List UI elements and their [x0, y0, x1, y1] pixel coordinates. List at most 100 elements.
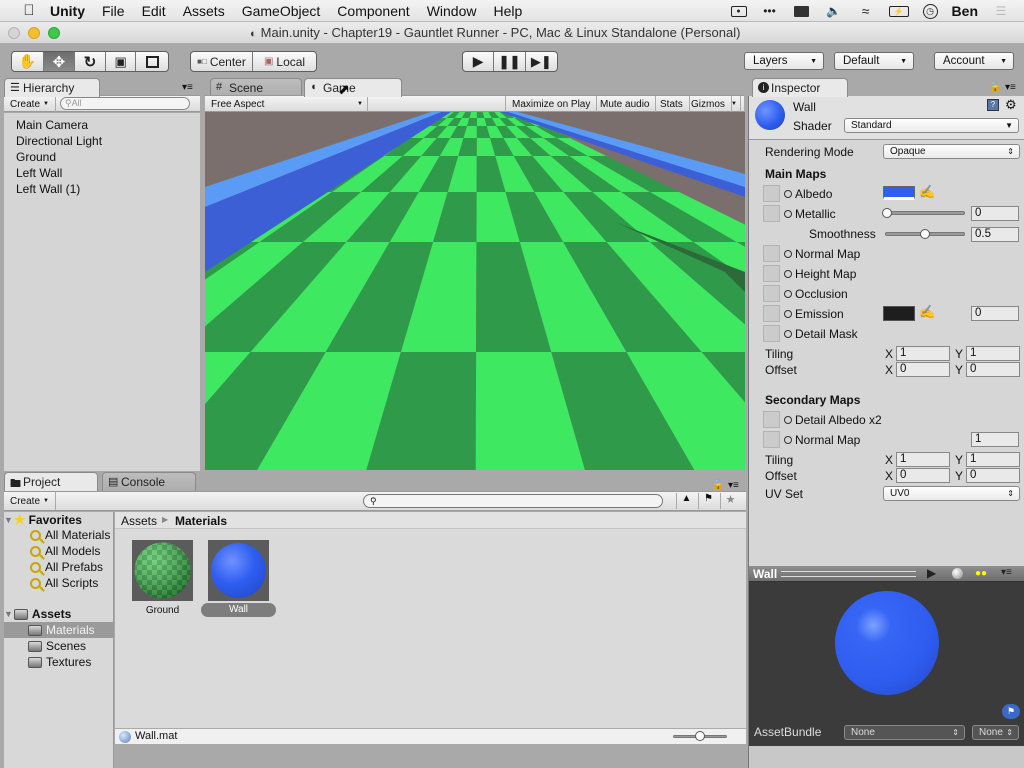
notification-list-icon[interactable]: ☰ — [992, 3, 1010, 19]
main-tiling-y-field[interactable]: 1 — [966, 346, 1020, 361]
sec-tiling-y-field[interactable]: 1 — [966, 452, 1020, 467]
pivot-local-button[interactable]: ▣ Local — [253, 52, 316, 71]
asset-thumbnail-ground[interactable] — [132, 540, 193, 601]
main-tiling-x-field[interactable]: 1 — [896, 346, 950, 361]
tab-project[interactable]: 🖿 Project — [4, 472, 98, 491]
layout-dropdown[interactable]: Default ▼ — [834, 52, 914, 70]
volume-icon[interactable]: 🔈 — [825, 3, 843, 19]
gear-icon[interactable]: ⚙ — [1005, 97, 1017, 113]
detail-albedo-slot[interactable] — [763, 411, 780, 428]
close-window-button[interactable] — [8, 27, 20, 39]
texture-picker-icon[interactable] — [784, 310, 792, 318]
sec-offset-y-field[interactable]: 0 — [966, 468, 1020, 483]
hierarchy-create-button[interactable]: Create ▼ — [4, 96, 56, 112]
assetbundle-dropdown[interactable]: None ⇕ — [844, 725, 965, 740]
breadcrumb-materials[interactable]: Materials — [175, 514, 227, 528]
eyedropper-icon[interactable]: ✍ — [919, 304, 935, 320]
texture-picker-icon[interactable] — [784, 190, 792, 198]
texture-picker-icon[interactable] — [784, 250, 792, 258]
panel-menu-icon[interactable]: ▾≡ — [182, 82, 193, 93]
occlusion-slot[interactable] — [763, 285, 780, 302]
label-tag-icon[interactable]: ⚑ — [1002, 704, 1020, 719]
eyedropper-icon[interactable]: ✍ — [919, 184, 935, 200]
tab-game[interactable]: ◖ Game — [304, 78, 402, 97]
favorite-item[interactable]: All Models — [30, 544, 100, 558]
menu-app-name[interactable]: Unity — [50, 3, 85, 19]
secondary-normal-scale-field[interactable]: 1 — [971, 432, 1019, 447]
assetbundle-variant-dropdown[interactable]: None ⇕ — [972, 725, 1019, 740]
favorites-node[interactable]: ▼ ★ Favorites — [4, 512, 82, 528]
lock-icon[interactable]: 🔓 — [989, 82, 1001, 93]
texture-picker-icon[interactable] — [784, 436, 792, 444]
panel-menu-icon[interactable]: ▾≡ — [1005, 82, 1016, 93]
gizmos-toggle[interactable]: Gizmos — [685, 96, 732, 112]
main-offset-y-field[interactable]: 0 — [966, 362, 1020, 377]
play-button[interactable]: ▶ — [463, 52, 495, 71]
preview-play-icon[interactable]: ▶ — [927, 566, 936, 580]
emission-color-swatch[interactable] — [883, 306, 915, 321]
metallic-slider-track[interactable] — [885, 211, 965, 215]
filter-by-label-icon[interactable]: ⚑ — [698, 493, 718, 509]
rotate-tool-button[interactable]: ↻ — [75, 52, 106, 71]
panel-menu-icon[interactable]: ▾≡ — [728, 480, 739, 491]
metallic-value-field[interactable]: 0 — [971, 206, 1019, 221]
detail-mask-slot[interactable] — [763, 325, 780, 342]
asset-label-wall-selected[interactable]: Wall — [201, 603, 276, 617]
camera-record-icon[interactable]: ● — [730, 5, 747, 17]
asset-thumbnail-wall[interactable] — [208, 540, 269, 601]
rendering-mode-dropdown[interactable]: Opaque ⇕ — [883, 144, 1020, 159]
display-icon[interactable] — [793, 3, 811, 19]
folder-item-textures[interactable]: Textures — [28, 655, 91, 669]
move-tool-button[interactable]: ✥ — [43, 52, 76, 71]
favorite-item[interactable]: All Prefabs — [30, 560, 103, 574]
favorite-item[interactable]: All Materials — [30, 528, 110, 542]
project-search-input[interactable]: ⚲ — [363, 494, 663, 508]
panel-menu-icon[interactable]: ▾≡ — [1001, 567, 1012, 578]
thumbnail-size-thumb[interactable] — [695, 731, 705, 741]
sec-tiling-x-field[interactable]: 1 — [896, 452, 950, 467]
mute-audio-toggle[interactable]: Mute audio — [594, 96, 657, 112]
lock-icon[interactable]: 🔓 — [712, 480, 724, 491]
preview-sphere-icon[interactable] — [952, 568, 963, 579]
sec-offset-x-field[interactable]: 0 — [896, 468, 950, 483]
texture-picker-icon[interactable] — [784, 416, 792, 424]
hierarchy-item[interactable]: Directional Light — [16, 134, 102, 148]
hand-tool-button[interactable]: ✋ — [12, 52, 44, 71]
tab-console[interactable]: ▤ Console — [102, 472, 196, 491]
metallic-texture-slot[interactable] — [763, 205, 780, 222]
hierarchy-item[interactable]: Main Camera — [16, 118, 88, 132]
favorite-item[interactable]: All Scripts — [30, 576, 98, 590]
folder-item-scenes[interactable]: Scenes — [28, 639, 86, 653]
apple-logo-icon[interactable]:  — [20, 2, 38, 20]
account-dropdown[interactable]: Account ▼ — [934, 52, 1014, 70]
main-offset-x-field[interactable]: 0 — [896, 362, 950, 377]
wifi-icon[interactable]: ≈ — [857, 3, 875, 19]
emission-slot[interactable] — [763, 305, 780, 322]
hierarchy-item[interactable]: Left Wall (1) — [16, 182, 80, 196]
pause-button[interactable]: ❚❚ — [494, 52, 526, 71]
folder-item-materials[interactable]: Materials — [28, 623, 95, 637]
normal-map-slot[interactable] — [763, 245, 780, 262]
menu-gameobject[interactable]: GameObject — [242, 3, 321, 19]
clock-icon[interactable]: ◷ — [922, 3, 938, 19]
shader-dropdown[interactable]: Standard ▼ — [844, 118, 1019, 133]
menu-file[interactable]: File — [102, 3, 125, 19]
uv-set-dropdown[interactable]: UV0 ⇕ — [883, 486, 1020, 501]
albedo-color-swatch[interactable] — [883, 186, 915, 200]
menu-component[interactable]: Component — [337, 3, 409, 19]
project-create-button[interactable]: Create ▼ — [4, 492, 56, 510]
texture-picker-icon[interactable] — [784, 330, 792, 338]
filter-by-type-icon[interactable]: ▲ — [676, 493, 696, 509]
material-preview-sphere[interactable] — [835, 591, 939, 695]
battery-charging-icon[interactable]: ⚡ — [888, 5, 909, 17]
rect-tool-button[interactable] — [136, 52, 168, 71]
help-book-icon[interactable]: ? — [987, 99, 999, 111]
menu-window[interactable]: Window — [427, 3, 477, 19]
zoom-window-button[interactable] — [48, 27, 60, 39]
favorite-star-icon[interactable]: ★ — [720, 493, 740, 509]
user-name[interactable]: Ben — [952, 3, 978, 19]
asset-label-ground[interactable]: Ground — [132, 605, 193, 616]
breadcrumb-assets[interactable]: Assets — [121, 514, 157, 528]
texture-picker-icon[interactable] — [784, 270, 792, 278]
preview-lights-icon[interactable]: ●● — [975, 568, 987, 579]
